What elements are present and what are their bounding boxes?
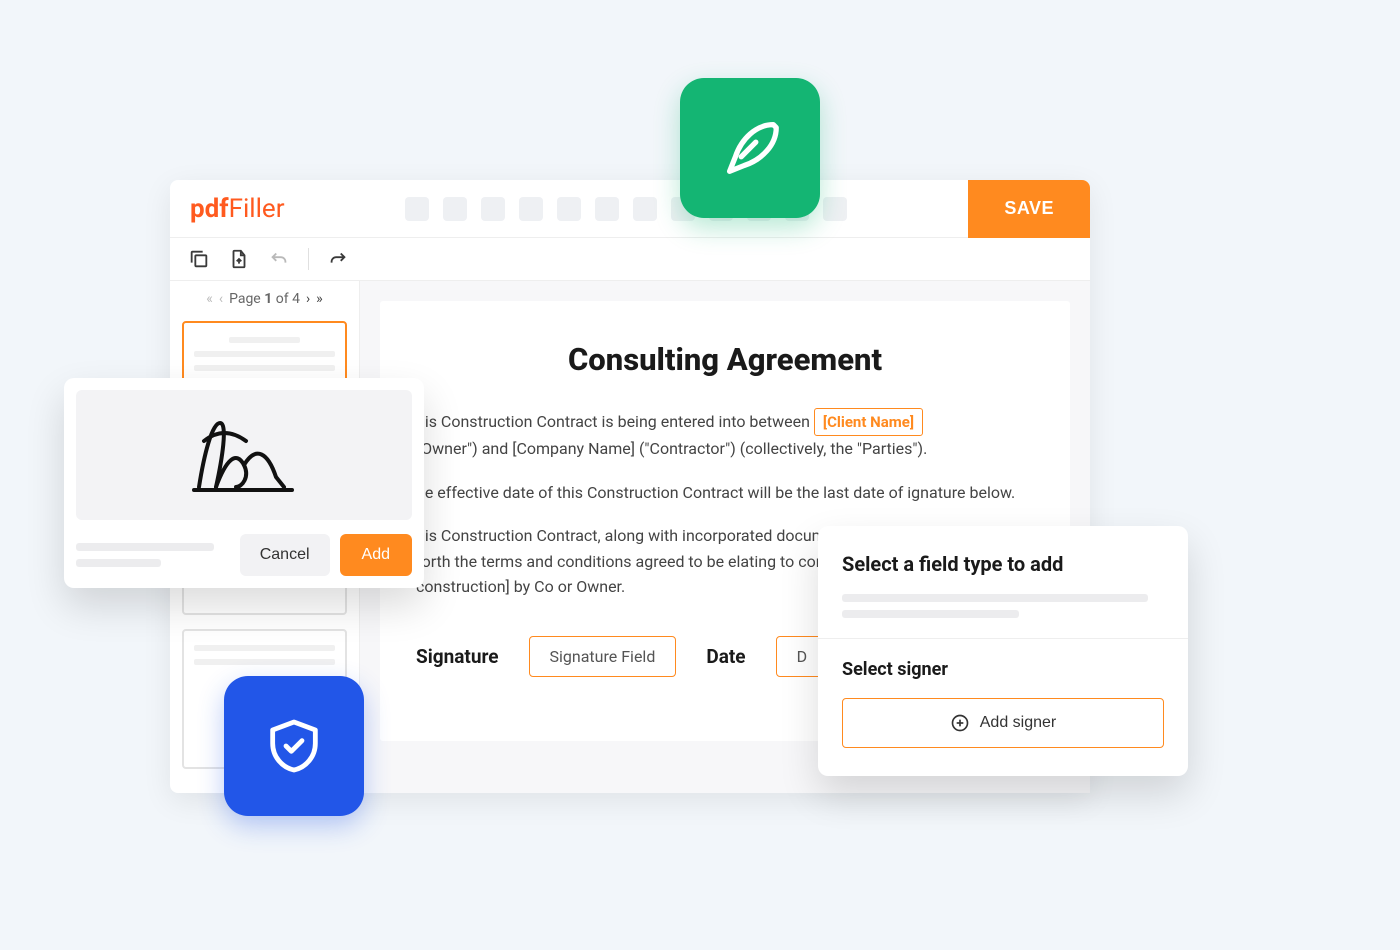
feather-icon [715, 113, 785, 183]
toolbar-slot [405, 197, 429, 221]
header-toolbar-placeholder [285, 197, 969, 221]
signature-preview[interactable] [76, 390, 412, 520]
signature-field[interactable]: Signature Field [529, 636, 677, 677]
client-name-token[interactable]: [Client Name] [814, 408, 923, 436]
toolbar-slot [481, 197, 505, 221]
brand-logo-b: Filler [229, 194, 285, 224]
signature-label: Signature [416, 645, 499, 668]
toolbar-slot [519, 197, 543, 221]
signature-popup-placeholder [76, 543, 230, 567]
cancel-button[interactable]: Cancel [240, 534, 330, 576]
add-signer-label: Add signer [980, 714, 1057, 732]
first-page-icon[interactable]: « [206, 291, 213, 307]
toolbar-slot [443, 197, 467, 221]
brand-logo: pdfFiller [190, 194, 285, 224]
toolbar-slot [823, 197, 847, 221]
app-header: pdfFiller SAVE [170, 180, 1090, 238]
document-title: Consulting Agreement [416, 341, 1034, 378]
add-button[interactable]: Add [340, 534, 412, 576]
toolbar-divider [308, 248, 309, 270]
field-type-placeholder [842, 594, 1164, 618]
signer-popup-title: Select a field type to add [842, 552, 1164, 576]
plus-circle-icon [950, 713, 970, 733]
pager: « ‹ Page 1 of 4 › » [182, 291, 347, 307]
signature-scribble-icon [164, 405, 324, 505]
last-page-icon[interactable]: » [316, 291, 323, 307]
signature-popup-footer: Cancel Add [76, 534, 412, 576]
add-signer-button[interactable]: Add signer [842, 698, 1164, 748]
para1-text-a: his Construction Contract is being enter… [416, 412, 814, 431]
signature-popup: Cancel Add [64, 378, 424, 588]
signer-popup: Select a field type to add Select signer… [818, 526, 1188, 776]
pager-prefix: Page [229, 291, 264, 307]
pager-label: Page 1 of 4 [229, 291, 300, 307]
signer-popup-subtitle: Select signer [842, 659, 1164, 680]
brand-logo-a: pdf [190, 194, 229, 224]
undo-icon[interactable] [268, 248, 290, 270]
document-paragraph-1: his Construction Contract is being enter… [416, 408, 1034, 462]
toolbar-slot [633, 197, 657, 221]
document-paragraph-2: he effective date of this Construction C… [416, 480, 1034, 506]
date-label: Date [706, 645, 745, 668]
prev-page-icon[interactable]: ‹ [219, 291, 223, 307]
pager-total: 4 [292, 291, 300, 307]
copy-icon[interactable] [188, 248, 210, 270]
toolbar-slot [557, 197, 581, 221]
para1-text-b: "Owner") and [Company Name] ("Contractor… [416, 439, 927, 458]
page-icon[interactable] [228, 248, 250, 270]
redo-icon[interactable] [327, 248, 349, 270]
feather-badge [680, 78, 820, 218]
secondary-toolbar [170, 238, 1090, 281]
shield-check-icon [262, 714, 326, 778]
toolbar-slot [595, 197, 619, 221]
next-page-icon[interactable]: › [306, 291, 310, 307]
save-button[interactable]: SAVE [968, 180, 1090, 238]
popup-divider [818, 638, 1188, 639]
shield-badge [224, 676, 364, 816]
pager-of: of [272, 291, 292, 307]
